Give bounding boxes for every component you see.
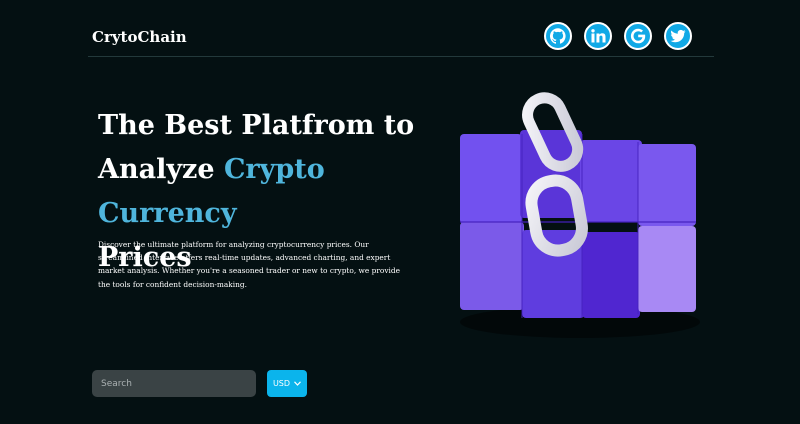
twitter-link[interactable] [664, 22, 692, 50]
linkedin-link[interactable] [584, 22, 612, 50]
currency-selected: USD [272, 379, 291, 388]
search-input[interactable] [92, 370, 256, 397]
brand-logo[interactable]: CrytoChain [92, 28, 187, 46]
chevron-down-icon [294, 381, 301, 386]
hero-title-line1: The Best Platfrom to [98, 110, 415, 141]
hero-description: Discover the ultimate platform for analy… [98, 240, 400, 289]
github-icon [550, 28, 566, 44]
github-link[interactable] [544, 22, 572, 50]
google-link[interactable] [624, 22, 652, 50]
hero-title-prefix: Analyze [98, 154, 224, 185]
google-icon [630, 28, 646, 44]
blockchain-cube-illustration [460, 92, 700, 338]
navbar: CrytoChain [88, 22, 714, 57]
currency-select[interactable]: USD [267, 370, 307, 397]
twitter-icon [670, 29, 686, 43]
linkedin-icon [591, 29, 606, 43]
social-links [544, 22, 692, 50]
